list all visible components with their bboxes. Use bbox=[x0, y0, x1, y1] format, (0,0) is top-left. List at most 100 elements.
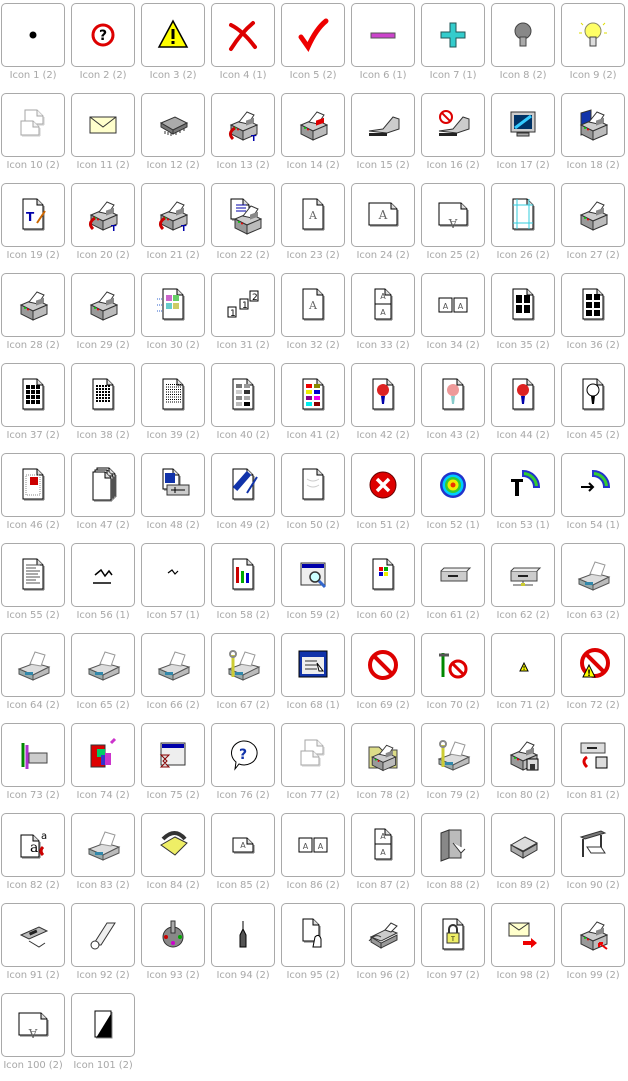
icon-tile[interactable] bbox=[421, 363, 485, 427]
icon-tile[interactable] bbox=[491, 453, 555, 517]
icon-item[interactable]: Icon 61 (2) bbox=[421, 543, 487, 631]
icon-item[interactable]: Icon 46 (2) bbox=[1, 453, 67, 541]
icon-item[interactable]: Icon 79 (2) bbox=[421, 723, 487, 811]
icon-tile[interactable] bbox=[421, 723, 485, 787]
icon-item[interactable]: Icon 41 (2) bbox=[281, 363, 347, 451]
icon-tile[interactable]: T bbox=[1, 183, 65, 247]
icon-tile[interactable] bbox=[561, 813, 625, 877]
icon-item[interactable]: Icon 78 (2) bbox=[351, 723, 417, 811]
icon-item[interactable]: Icon 84 (2) bbox=[141, 813, 207, 901]
icon-tile[interactable] bbox=[561, 903, 625, 967]
icon-item[interactable]: Icon 57 (1) bbox=[141, 543, 207, 631]
icon-item[interactable]: Icon 1 (2) bbox=[1, 3, 67, 91]
icon-tile[interactable] bbox=[281, 453, 345, 517]
icon-tile[interactable] bbox=[141, 723, 205, 787]
icon-item[interactable]: Icon 17 (2) bbox=[491, 93, 557, 181]
icon-item[interactable]: Icon 88 (2) bbox=[421, 813, 487, 901]
icon-item[interactable]: Icon 89 (2) bbox=[491, 813, 557, 901]
icon-tile[interactable] bbox=[351, 363, 415, 427]
icon-tile[interactable]: AA bbox=[351, 273, 415, 337]
icon-item[interactable]: a a Icon 82 (2) bbox=[1, 813, 67, 901]
icon-item[interactable]: ! Icon 71 (2) bbox=[491, 633, 557, 721]
icon-tile[interactable]: 112 bbox=[211, 273, 275, 337]
icon-tile[interactable] bbox=[71, 273, 135, 337]
icon-tile[interactable] bbox=[561, 453, 625, 517]
icon-tile[interactable]: T bbox=[71, 183, 135, 247]
icon-tile[interactable] bbox=[491, 813, 555, 877]
icon-item[interactable]: A Icon 23 (2) bbox=[281, 183, 347, 271]
icon-tile[interactable] bbox=[281, 363, 345, 427]
icon-item[interactable]: Icon 54 (1) bbox=[561, 453, 627, 541]
icon-tile[interactable] bbox=[351, 903, 415, 967]
icon-tile[interactable] bbox=[141, 543, 205, 607]
icon-item[interactable]: A Icon 24 (2) bbox=[351, 183, 417, 271]
icon-tile[interactable] bbox=[141, 363, 205, 427]
icon-item[interactable]: Icon 64 (2) bbox=[1, 633, 67, 721]
icon-tile[interactable]: T bbox=[141, 183, 205, 247]
icon-tile[interactable] bbox=[561, 723, 625, 787]
icon-item[interactable]: Icon 67 (2) bbox=[211, 633, 277, 721]
icon-item[interactable]: Icon 44 (2) bbox=[491, 363, 557, 451]
icon-item[interactable]: Icon 47 (2) bbox=[71, 453, 137, 541]
icon-item[interactable]: Icon 9 (2) bbox=[561, 3, 627, 91]
icon-tile[interactable] bbox=[421, 543, 485, 607]
icon-item[interactable]: Icon 36 (2) bbox=[561, 273, 627, 361]
icon-tile[interactable] bbox=[211, 453, 275, 517]
icon-item[interactable]: A A Icon 87 (2) bbox=[351, 813, 417, 901]
icon-tile[interactable] bbox=[561, 93, 625, 157]
icon-tile[interactable] bbox=[281, 633, 345, 697]
icon-tile[interactable]: ! bbox=[491, 633, 555, 697]
icon-tile[interactable]: A bbox=[211, 813, 275, 877]
icon-item[interactable]: Icon 3 (2) bbox=[141, 3, 207, 91]
icon-item[interactable]: Icon 93 (2) bbox=[141, 903, 207, 991]
icon-tile[interactable] bbox=[211, 3, 275, 67]
icon-tile[interactable]: A bbox=[1, 993, 65, 1057]
icon-tile[interactable] bbox=[141, 273, 205, 337]
icon-item[interactable]: Icon 75 (2) bbox=[141, 723, 207, 811]
icon-item[interactable]: Icon 49 (2) bbox=[211, 453, 277, 541]
icon-item[interactable]: Icon 74 (2) bbox=[71, 723, 137, 811]
icon-tile[interactable] bbox=[351, 633, 415, 697]
icon-item[interactable]: Icon 29 (2) bbox=[71, 273, 137, 361]
icon-tile[interactable] bbox=[141, 453, 205, 517]
icon-tile[interactable]: AA bbox=[351, 813, 415, 877]
icon-tile[interactable] bbox=[281, 723, 345, 787]
icon-item[interactable]: ! Icon 72 (2) bbox=[561, 633, 627, 721]
icon-tile[interactable] bbox=[211, 633, 275, 697]
icon-tile[interactable] bbox=[141, 633, 205, 697]
icon-tile[interactable] bbox=[281, 3, 345, 67]
icon-item[interactable]: T Icon 20 (2) bbox=[71, 183, 137, 271]
icon-item[interactable]: Icon 53 (1) bbox=[491, 453, 557, 541]
icon-tile[interactable] bbox=[491, 273, 555, 337]
icon-item[interactable]: Icon 81 (2) bbox=[561, 723, 627, 811]
icon-item[interactable]: Icon 10 (2) bbox=[1, 93, 67, 181]
icon-tile[interactable] bbox=[491, 3, 555, 67]
icon-tile[interactable]: aa bbox=[1, 813, 65, 877]
icon-item[interactable]: Icon 96 (2) bbox=[351, 903, 417, 991]
icon-tile[interactable] bbox=[211, 363, 275, 427]
icon-item[interactable]: Icon 77 (2) bbox=[281, 723, 347, 811]
icon-tile[interactable] bbox=[71, 903, 135, 967]
icon-item[interactable]: Icon 73 (2) bbox=[1, 723, 67, 811]
icon-tile[interactable] bbox=[491, 363, 555, 427]
icon-item[interactable]: T Icon 21 (2) bbox=[141, 183, 207, 271]
icon-tile[interactable] bbox=[491, 723, 555, 787]
icon-tile[interactable] bbox=[1, 363, 65, 427]
icon-tile[interactable]: T bbox=[211, 93, 275, 157]
icon-item[interactable]: Icon 90 (2) bbox=[561, 813, 627, 901]
icon-tile[interactable] bbox=[141, 813, 205, 877]
icon-tile[interactable]: ! bbox=[561, 633, 625, 697]
icon-tile[interactable] bbox=[141, 3, 205, 67]
icon-item[interactable]: T Icon 19 (2) bbox=[1, 183, 67, 271]
icon-tile[interactable] bbox=[1, 633, 65, 697]
icon-tile[interactable]: A bbox=[281, 183, 345, 247]
icon-tile[interactable] bbox=[211, 543, 275, 607]
icon-item[interactable]: Icon 68 (1) bbox=[281, 633, 347, 721]
icon-item[interactable]: Icon 7 (1) bbox=[421, 3, 487, 91]
icon-tile[interactable] bbox=[421, 813, 485, 877]
icon-tile[interactable]: A bbox=[351, 183, 415, 247]
icon-tile[interactable] bbox=[421, 453, 485, 517]
icon-item[interactable]: Icon 42 (2) bbox=[351, 363, 417, 451]
icon-tile[interactable] bbox=[1, 543, 65, 607]
icon-item[interactable]: Icon 18 (2) bbox=[561, 93, 627, 181]
